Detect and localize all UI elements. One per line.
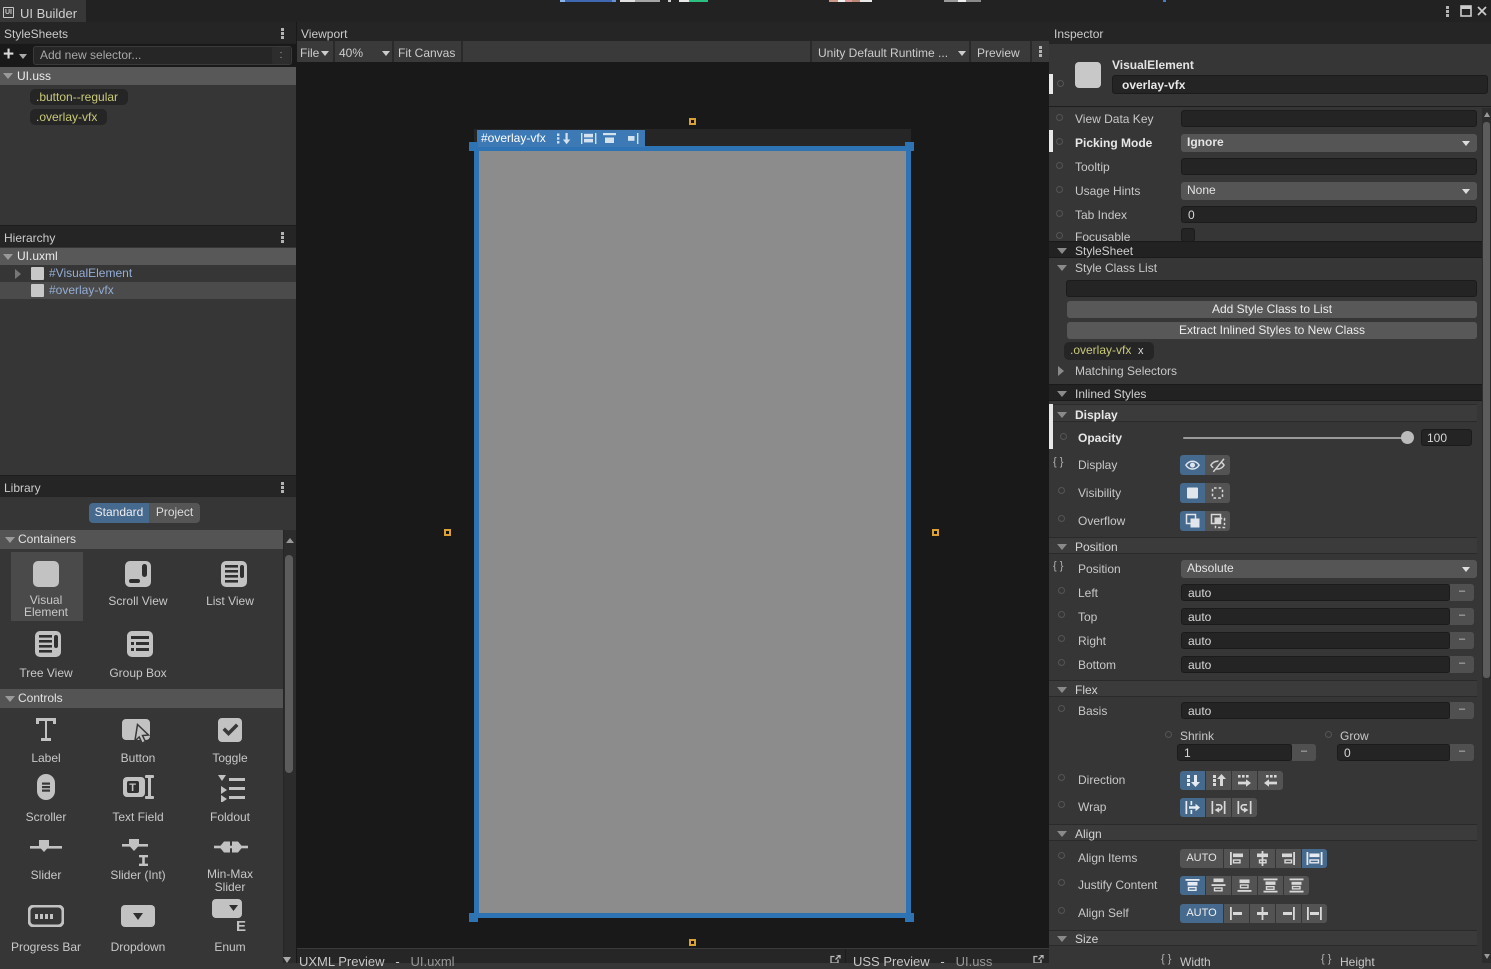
svg-text:E: E [236, 918, 246, 933]
svg-text:T: T [129, 782, 136, 794]
